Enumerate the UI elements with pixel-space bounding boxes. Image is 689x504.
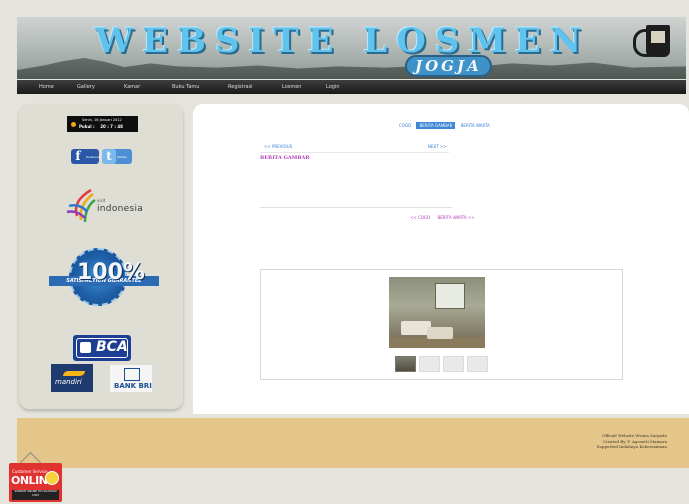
nav-kamar[interactable]: Kamar [124,84,140,90]
site-footer: Official Website Wisma Sargede Created B… [17,418,689,468]
photo-window [435,283,465,309]
facebook-icon: f [75,149,81,163]
online-bottom-text: SUPPORT ONLINE YM! SILAHKAN CHAT [12,490,59,500]
bri-icon [124,368,140,381]
bri-bank-logo[interactable]: BANK BRI [110,365,152,392]
thumbnail[interactable] [467,356,488,372]
bca-text: BCA [96,339,128,355]
banner-title: WEBSITE LOSMEN [95,21,591,61]
footer-line: Official Website Wisma Sargede [602,433,667,438]
thumbnail[interactable] [419,356,440,372]
tab-berita-gambar[interactable]: BERITA GAMBAR [416,122,456,129]
satisfaction-guarantee-badge: SATISFACTION GUARANTEE 100% [49,244,159,309]
divider [260,152,449,153]
footer-line: Supported Indahnya Kebersamaan [596,444,667,450]
online-support-widget[interactable]: Customer Service ONLINE SUPPORT ONLINE Y… [9,451,62,502]
news-tabs: COGO BERITA GAMBAR BERITA WARTA [399,122,494,129]
main-nav: Home Gallery Kamar Buku Tamu Registrasi … [17,80,686,94]
sidebar: Senin, 16 Januari 2012 Pukul : 20 : 7 : … [19,104,183,409]
bottom-nav-links: << COGO BERITA WARTA >> [410,215,481,220]
twitter-button[interactable]: t twitter [102,149,132,164]
next-link[interactable]: NEXT >> [428,144,447,149]
bca-bank-logo[interactable]: BCA [73,335,131,361]
photo-bed-second [427,327,453,339]
facebook-button[interactable]: f facebook [71,149,100,164]
berita-warta-link[interactable]: BERITA WARTA >> [437,215,474,220]
clock-date: Senin, 16 Januari 2012 [82,118,122,122]
thumbnail[interactable] [443,356,464,372]
facebook-label: facebook [86,155,100,159]
nav-home[interactable]: Home [39,84,54,90]
room-photo[interactable] [389,277,485,348]
clock-time-row: Pukul : 20 : 7 : 48 [79,124,123,129]
guarantee-percent: 100% [77,260,145,285]
twitter-icon: t [102,149,116,164]
bca-icon [80,342,91,353]
previous-link[interactable]: << PREVIOUS [264,144,292,149]
nav-registrasi[interactable]: Registrasi [228,84,253,90]
bri-text: BANK BRI [114,382,152,390]
section-heading: BERITA GAMBAR [260,155,310,161]
clock-icon [71,122,76,127]
main-content: COGO BERITA GAMBAR BERITA WARTA << PREVI… [193,104,689,414]
wonderful-indonesia-logo[interactable]: visit indonesia [63,186,143,226]
clock-widget: Senin, 16 Januari 2012 Pukul : 20 : 7 : … [67,116,138,132]
clock-time: 20 : 7 : 48 [100,124,123,129]
indonesia-small-text: visit [97,198,106,203]
mandiri-wave-icon [63,371,85,376]
street-lamp-icon [646,25,670,57]
nav-buku-tamu[interactable]: Buku Tamu [172,84,199,90]
smiley-icon [45,471,59,485]
tab-cogo[interactable]: COGO [399,123,411,128]
thumbnail[interactable] [395,356,416,372]
image-gallery [260,269,623,380]
mandiri-bank-logo[interactable]: mandiri [51,364,93,392]
nav-losmen[interactable]: Losmen [282,84,301,90]
tab-berita-warta[interactable]: BERITA WARTA [461,123,490,128]
cogo-link[interactable]: << COGO [410,215,430,220]
banner-subtitle: JOGJA [405,55,492,77]
nav-login[interactable]: Login [326,84,340,90]
indonesia-word: indonesia [97,204,144,214]
clock-time-label: Pukul : [79,124,95,129]
twitter-label: twitter [117,155,127,159]
site-banner: WEBSITE LOSMEN JOGJA [17,17,686,79]
divider [260,207,452,208]
indonesia-swirl-icon [66,188,96,223]
nav-gallery[interactable]: Gallery [77,84,95,90]
mandiri-text: mandiri [55,378,82,386]
footer-text: Official Website Wisma Sargede Created B… [597,433,667,450]
